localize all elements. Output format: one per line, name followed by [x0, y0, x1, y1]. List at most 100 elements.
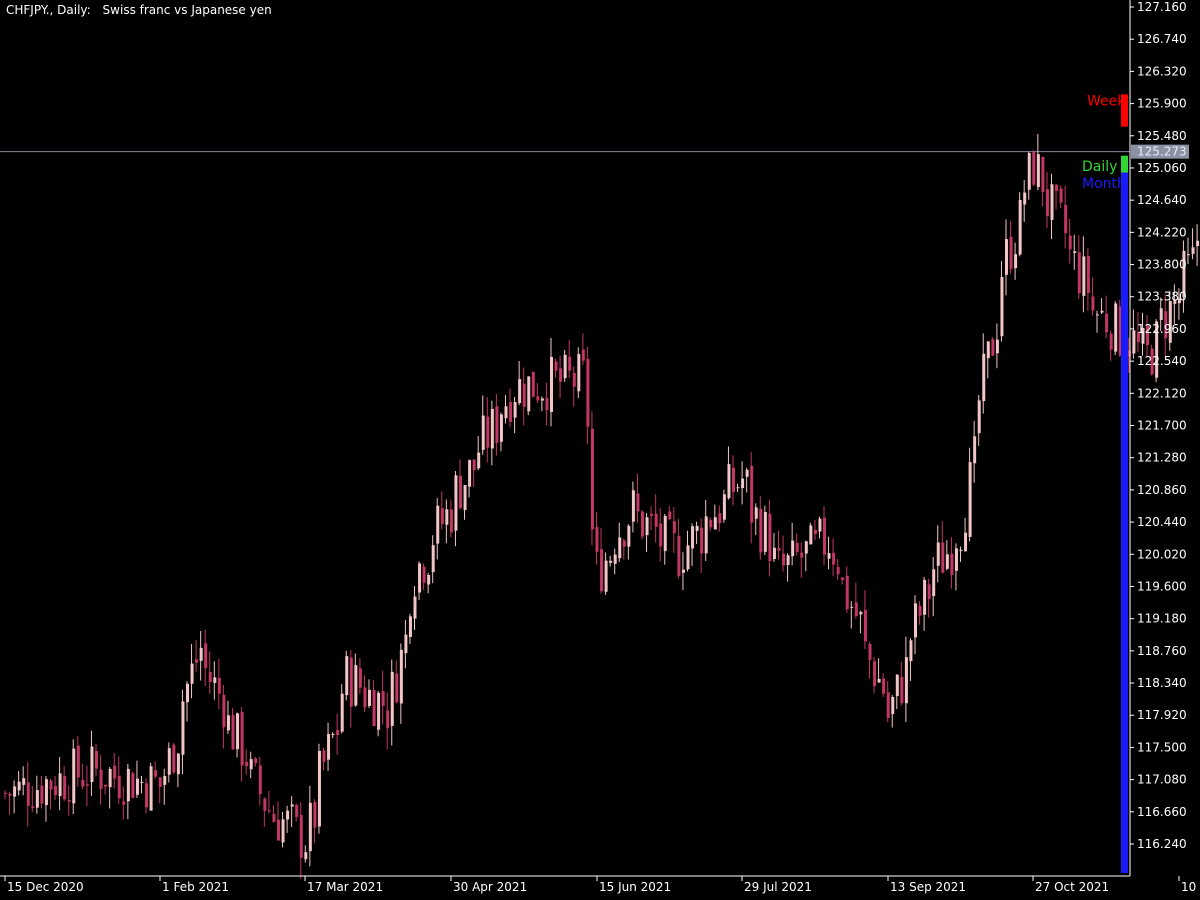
- candle: [317, 743, 321, 834]
- candle: [791, 522, 795, 566]
- candle: [95, 744, 98, 777]
- candle: [454, 470, 458, 547]
- candle: [331, 732, 335, 739]
- candle: [1023, 180, 1027, 222]
- candle: [795, 533, 799, 556]
- candle: [149, 762, 153, 811]
- price-tick-label: 124.640: [1137, 193, 1187, 207]
- price-tick-label: 122.120: [1137, 386, 1187, 400]
- candle: [572, 366, 576, 407]
- candle: [8, 792, 12, 815]
- candle: [463, 485, 467, 520]
- candle: [76, 735, 80, 787]
- time-tick-label: 13 Sep 2021: [890, 880, 966, 894]
- candle: [604, 552, 608, 595]
- current-price-label: 125.273: [1137, 145, 1187, 159]
- time-tick-label: 30 Apr 2021: [453, 880, 527, 894]
- candle: [882, 673, 886, 697]
- candle: [158, 777, 162, 804]
- candle: [941, 521, 945, 574]
- candle: [336, 713, 340, 755]
- candle: [249, 751, 253, 779]
- candle: [199, 631, 203, 681]
- price-tick-label: 123.380: [1137, 290, 1187, 304]
- candle: [381, 670, 385, 725]
- candle: [340, 684, 344, 734]
- candle: [63, 766, 67, 802]
- candle: [759, 496, 763, 560]
- candle: [122, 786, 126, 820]
- candle: [1114, 301, 1118, 356]
- candle: [204, 629, 208, 686]
- price-axis[interactable]: 127.160 126.740 126.320 125.900 125.480 125.0…: [1129, 0, 1189, 876]
- candle: [418, 561, 422, 601]
- candle: [304, 845, 308, 863]
- candle: [595, 512, 599, 565]
- price-tick-label: 122.540: [1137, 354, 1187, 368]
- candle: [559, 355, 563, 399]
- candle: [1055, 184, 1059, 210]
- candle: [67, 785, 71, 816]
- candle: [245, 748, 249, 775]
- candle: [1041, 156, 1045, 207]
- candle: [31, 785, 35, 813]
- candle: [677, 518, 681, 579]
- candle: [1050, 173, 1054, 240]
- candle: [1014, 242, 1018, 280]
- candlestick-chart[interactable]: WeeklyDaily PMonthly 127.160126.740126.3…: [0, 0, 1200, 900]
- candle: [727, 446, 731, 500]
- price-tick-label: 121.280: [1137, 451, 1187, 465]
- candle: [190, 644, 194, 699]
- candle: [904, 636, 908, 723]
- time-tick-label: 15 Dec 2020: [7, 880, 84, 894]
- candle: [973, 420, 977, 483]
- candle: [936, 525, 940, 583]
- candle: [449, 500, 453, 538]
- candle: [964, 517, 968, 552]
- candle: [1009, 220, 1013, 274]
- candle: [358, 657, 362, 695]
- candle: [1000, 260, 1004, 342]
- candle: [404, 619, 408, 669]
- candle: [372, 680, 376, 727]
- candle: [1064, 185, 1068, 249]
- candle: [932, 557, 936, 617]
- candle: [845, 566, 849, 614]
- candle: [1109, 330, 1113, 361]
- time-tick-label: 15 Jun 2021: [599, 880, 671, 894]
- price-tick-label: 119.180: [1137, 612, 1187, 626]
- candle: [877, 658, 881, 683]
- price-tick-label: 125.060: [1137, 161, 1187, 175]
- candle: [745, 467, 749, 493]
- candle: [4, 790, 7, 800]
- candle: [663, 513, 667, 565]
- candle: [90, 730, 94, 796]
- candle: [495, 393, 499, 456]
- candle: [299, 802, 303, 879]
- candle: [709, 517, 713, 532]
- candle: [1036, 133, 1040, 191]
- candle: [40, 776, 44, 809]
- candle: [641, 510, 644, 540]
- candle: [518, 361, 522, 406]
- candle: [909, 638, 913, 681]
- candle: [445, 499, 449, 544]
- candle: [950, 537, 954, 589]
- candle: [240, 706, 244, 782]
- candle: [609, 555, 613, 567]
- candle: [927, 578, 931, 618]
- candle: [477, 436, 481, 471]
- time-axis[interactable]: 15 Dec 2020 1 Feb 2021 17 Mar 2021 30 Apr 2…: [0, 875, 1200, 894]
- candle: [581, 333, 585, 366]
- candle: [104, 784, 108, 795]
- candle: [277, 801, 280, 842]
- candle: [772, 532, 776, 562]
- candle: [914, 595, 917, 655]
- candle: [286, 805, 290, 833]
- candle: [818, 516, 822, 539]
- candle: [995, 323, 999, 369]
- candle: [590, 411, 594, 546]
- candle: [486, 397, 490, 463]
- candle: [1018, 192, 1022, 257]
- candle: [977, 394, 981, 446]
